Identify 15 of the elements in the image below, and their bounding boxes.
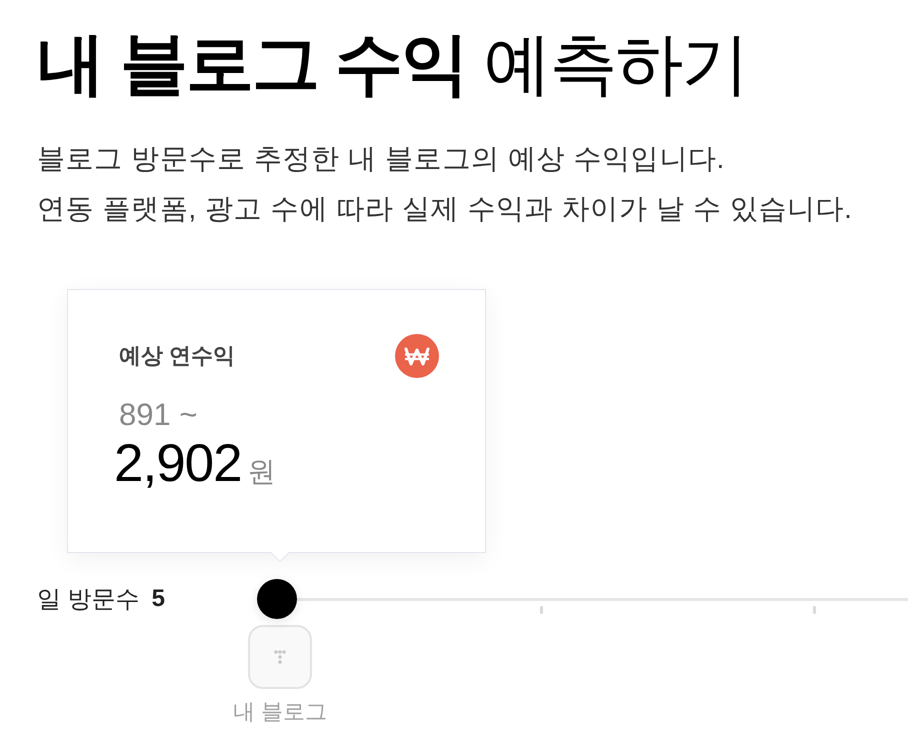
card-label: 예상 연수익 (119, 342, 236, 370)
slider-tick (540, 606, 543, 614)
range-min-value: 891 ~ (119, 396, 198, 434)
dots-tile-icon (248, 625, 312, 689)
description-text: 연동 플랫폼, 광고 수에 따라 실제 수익과 차이가 날 수 있습니다. (37, 192, 854, 226)
marker-label: 내 블로그 (232, 698, 328, 726)
page-title: 내 블로그 수익 예측하기 (37, 25, 749, 104)
currency-unit: 원 (248, 455, 276, 489)
slider-tick (813, 606, 816, 614)
description-text: 블로그 방문수로 추정한 내 블로그의 예상 수익입니다. (37, 142, 726, 176)
range-max-value: 2,902 (114, 434, 242, 494)
won-icon (395, 334, 439, 378)
slider-value: 5 (152, 585, 166, 613)
slider-label: 일 방문수 (37, 585, 140, 615)
slider-thumb[interactable] (257, 579, 297, 619)
